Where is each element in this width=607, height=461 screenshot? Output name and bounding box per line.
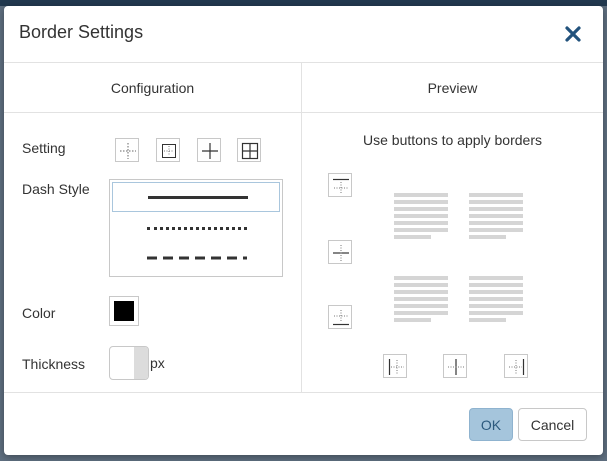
configuration-title: Configuration [110, 79, 195, 96]
close-icon [565, 26, 581, 42]
thickness-spinner[interactable] [134, 347, 148, 379]
border-top-button[interactable] [328, 173, 352, 197]
setting-inner-dotted-button[interactable] [115, 138, 139, 162]
setting-outer-button[interactable] [156, 138, 180, 162]
preview-cell-bottom-left [394, 276, 448, 326]
border-top-icon [333, 178, 349, 194]
border-bottom-button[interactable] [328, 305, 352, 329]
border-middle-horizontal-button[interactable] [328, 240, 352, 264]
setting-label: Setting [22, 140, 66, 156]
border-left-button[interactable] [383, 354, 407, 378]
dialog-title: Border Settings [19, 22, 144, 42]
border-bottom-icon [333, 310, 349, 326]
solid-line-sample [148, 196, 248, 199]
border-outer-icon [162, 144, 176, 158]
preview-title: Preview [427, 79, 478, 96]
border-settings-dialog: Border Settings Configuration Preview Se… [4, 6, 603, 455]
color-swatch [114, 301, 134, 321]
configuration-header: Configuration [4, 63, 302, 113]
preview-cell-top-left [394, 193, 448, 243]
border-left-icon [388, 359, 404, 375]
dash-style-dashed-option[interactable] [112, 243, 280, 273]
dashed-line-sample [147, 256, 247, 260]
configuration-panel: Setting Dash Style Color Thickness px [4, 113, 302, 392]
color-picker-button[interactable] [109, 296, 139, 326]
border-right-icon [509, 359, 525, 375]
dash-style-list [109, 179, 283, 277]
dash-style-label: Dash Style [22, 181, 90, 197]
border-inner-dotted-icon [120, 143, 136, 159]
dash-style-solid-option[interactable] [112, 182, 280, 212]
close-button[interactable] [563, 23, 583, 45]
setting-inner-button[interactable] [197, 138, 221, 162]
preview-hint: Use buttons to apply borders [363, 132, 542, 148]
border-right-button[interactable] [504, 354, 528, 378]
preview-header: Preview [302, 63, 603, 113]
cancel-button[interactable]: Cancel [518, 408, 587, 441]
border-middle-horizontal-icon [333, 245, 349, 261]
preview-cell-bottom-right [469, 276, 523, 326]
ok-button[interactable]: OK [469, 408, 513, 441]
border-all-icon [241, 142, 259, 160]
border-inner-icon [202, 143, 218, 159]
setting-all-button[interactable] [237, 138, 261, 162]
color-label: Color [22, 305, 56, 321]
dash-style-dotted-option[interactable] [112, 213, 280, 243]
border-middle-vertical-icon [448, 359, 464, 375]
dialog-header: Border Settings [4, 6, 603, 63]
border-middle-vertical-button[interactable] [443, 354, 467, 378]
thickness-unit: px [150, 355, 165, 371]
dotted-line-sample [147, 227, 247, 230]
dialog-footer: OK Cancel [4, 392, 603, 455]
thickness-label: Thickness [22, 356, 86, 372]
preview-cell-top-right [469, 193, 523, 243]
thickness-input[interactable] [109, 346, 149, 380]
preview-panel: Use buttons to apply borders [302, 113, 603, 392]
